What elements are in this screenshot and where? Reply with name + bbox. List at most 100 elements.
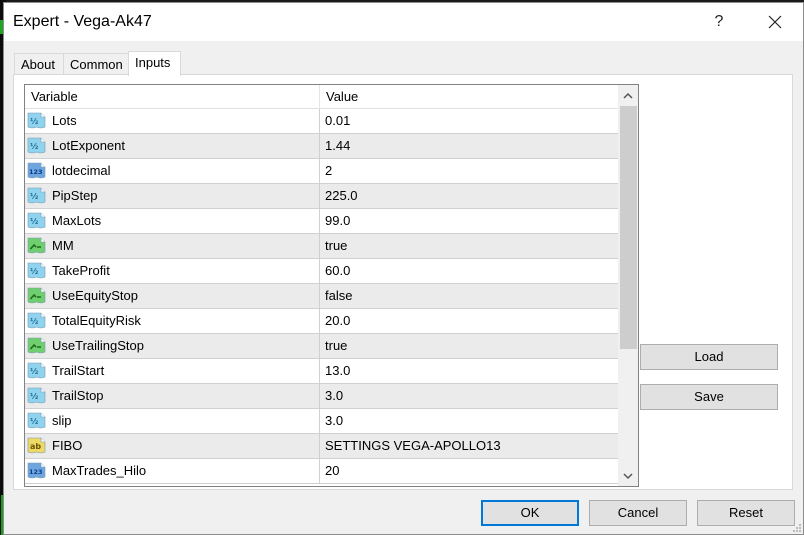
scroll-down-button[interactable] <box>618 466 638 486</box>
scroll-up-button[interactable] <box>618 85 638 105</box>
tab-about[interactable]: About <box>14 53 64 75</box>
variable-cell[interactable]: ½ Lots <box>25 109 320 133</box>
table-row[interactable]: ½ LotExponent 1.44 <box>25 134 618 159</box>
value-cell[interactable]: 99.0 <box>320 209 618 233</box>
table-row[interactable]: ½ Lots 0.01 <box>25 109 618 134</box>
resize-grip-icon[interactable] <box>793 524 801 532</box>
double-type-icon: ½ <box>27 262 46 279</box>
variable-name: MaxTrades_Hilo <box>52 463 147 478</box>
variable-cell[interactable]: UseEquityStop <box>25 284 320 308</box>
svg-text:½: ½ <box>30 141 38 151</box>
variable-name: TrailStart <box>52 363 105 378</box>
svg-text:½: ½ <box>30 416 38 426</box>
inputs-panel: Variable Value ½ Lots 0.01 ½ LotExponent 1.44… <box>13 74 793 490</box>
variable-cell[interactable]: ½ MaxLots <box>25 209 320 233</box>
ok-button[interactable]: OK <box>481 500 579 526</box>
value-cell[interactable]: 13.0 <box>320 359 618 383</box>
double-type-icon: ½ <box>27 112 46 129</box>
variable-cell[interactable]: ½ slip <box>25 409 320 433</box>
close-icon <box>768 15 782 29</box>
help-button[interactable]: ? <box>704 7 734 37</box>
svg-text:½: ½ <box>30 216 38 226</box>
bool-type-icon <box>27 237 46 254</box>
table-row[interactable]: ½ PipStep 225.0 <box>25 184 618 209</box>
svg-text:½: ½ <box>30 266 38 276</box>
value-cell[interactable]: 2 <box>320 159 618 183</box>
value-cell[interactable]: 20 <box>320 459 618 483</box>
variable-cell[interactable]: ½ TrailStop <box>25 384 320 408</box>
integer-type-icon: 123 <box>27 162 46 179</box>
load-button[interactable]: Load <box>640 344 778 370</box>
variable-name: Lots <box>52 113 77 128</box>
grid-rows: ½ Lots 0.01 ½ LotExponent 1.44 123 lotdecimal 2 ½… <box>25 109 618 484</box>
reset-button[interactable]: Reset <box>697 500 795 526</box>
expert-properties-dialog: Expert - Vega-Ak47 ? About Common Inputs… <box>3 2 804 535</box>
table-row[interactable]: ab FIBO SETTINGS VEGA-APOLLO13 <box>25 434 618 459</box>
table-row[interactable]: 123 lotdecimal 2 <box>25 159 618 184</box>
tab-common[interactable]: Common <box>63 53 129 75</box>
value-cell[interactable]: SETTINGS VEGA-APOLLO13 <box>320 434 618 458</box>
table-row[interactable]: 123 MaxTrades_Hilo 20 <box>25 459 618 484</box>
column-header-value[interactable]: Value <box>320 85 618 109</box>
vertical-scrollbar[interactable] <box>618 85 638 486</box>
cancel-button[interactable]: Cancel <box>589 500 687 526</box>
value-cell[interactable]: 225.0 <box>320 184 618 208</box>
string-type-icon: ab <box>27 437 46 454</box>
table-row[interactable]: ½ TakeProfit 60.0 <box>25 259 618 284</box>
value-cell[interactable]: 3.0 <box>320 384 618 408</box>
svg-text:123: 123 <box>29 168 43 176</box>
value-cell[interactable]: true <box>320 234 618 258</box>
save-button[interactable]: Save <box>640 384 778 410</box>
variable-name: lotdecimal <box>52 163 111 178</box>
value-cell[interactable]: 1.44 <box>320 134 618 158</box>
variable-cell[interactable]: UseTrailingStop <box>25 334 320 358</box>
table-row[interactable]: ½ slip 3.0 <box>25 409 618 434</box>
table-row[interactable]: ½ TrailStop 3.0 <box>25 384 618 409</box>
scroll-thumb[interactable] <box>620 106 637 349</box>
variable-cell[interactable]: ½ PipStep <box>25 184 320 208</box>
integer-type-icon: 123 <box>27 462 46 479</box>
variable-name: TrailStop <box>52 388 104 403</box>
variable-cell[interactable]: ½ TakeProfit <box>25 259 320 283</box>
double-type-icon: ½ <box>27 362 46 379</box>
variable-cell[interactable]: MM <box>25 234 320 258</box>
value-cell[interactable]: 20.0 <box>320 309 618 333</box>
variable-cell[interactable]: ½ TotalEquityRisk <box>25 309 320 333</box>
chevron-down-icon <box>623 473 633 480</box>
table-row[interactable]: ½ TrailStart 13.0 <box>25 359 618 384</box>
double-type-icon: ½ <box>27 312 46 329</box>
variable-name: UseEquityStop <box>52 288 138 303</box>
svg-text:ab: ab <box>30 442 41 451</box>
value-cell[interactable]: 60.0 <box>320 259 618 283</box>
value-cell[interactable]: true <box>320 334 618 358</box>
value-cell[interactable]: false <box>320 284 618 308</box>
variable-cell[interactable]: 123 lotdecimal <box>25 159 320 183</box>
svg-text:½: ½ <box>30 391 38 401</box>
variable-name: TakeProfit <box>52 263 110 278</box>
double-type-icon: ½ <box>27 387 46 404</box>
table-row[interactable]: UseEquityStop false <box>25 284 618 309</box>
double-type-icon: ½ <box>27 212 46 229</box>
double-type-icon: ½ <box>27 137 46 154</box>
variable-name: slip <box>52 413 72 428</box>
table-row[interactable]: MM true <box>25 234 618 259</box>
bool-type-icon <box>27 287 46 304</box>
tab-inputs[interactable]: Inputs <box>128 51 181 76</box>
svg-text:½: ½ <box>30 116 38 126</box>
table-row[interactable]: ½ TotalEquityRisk 20.0 <box>25 309 618 334</box>
variable-cell[interactable]: ab FIBO <box>25 434 320 458</box>
bool-type-icon <box>27 337 46 354</box>
value-cell[interactable]: 3.0 <box>320 409 618 433</box>
close-button[interactable] <box>760 7 790 37</box>
double-type-icon: ½ <box>27 187 46 204</box>
table-row[interactable]: UseTrailingStop true <box>25 334 618 359</box>
title-bar[interactable]: Expert - Vega-Ak47 ? <box>4 3 803 41</box>
value-cell[interactable]: 0.01 <box>320 109 618 133</box>
variable-name: FIBO <box>52 438 83 453</box>
table-row[interactable]: ½ MaxLots 99.0 <box>25 209 618 234</box>
variable-cell[interactable]: 123 MaxTrades_Hilo <box>25 459 320 483</box>
variable-cell[interactable]: ½ TrailStart <box>25 359 320 383</box>
variable-name: MM <box>52 238 74 253</box>
variable-cell[interactable]: ½ LotExponent <box>25 134 320 158</box>
column-header-variable[interactable]: Variable <box>25 85 320 109</box>
